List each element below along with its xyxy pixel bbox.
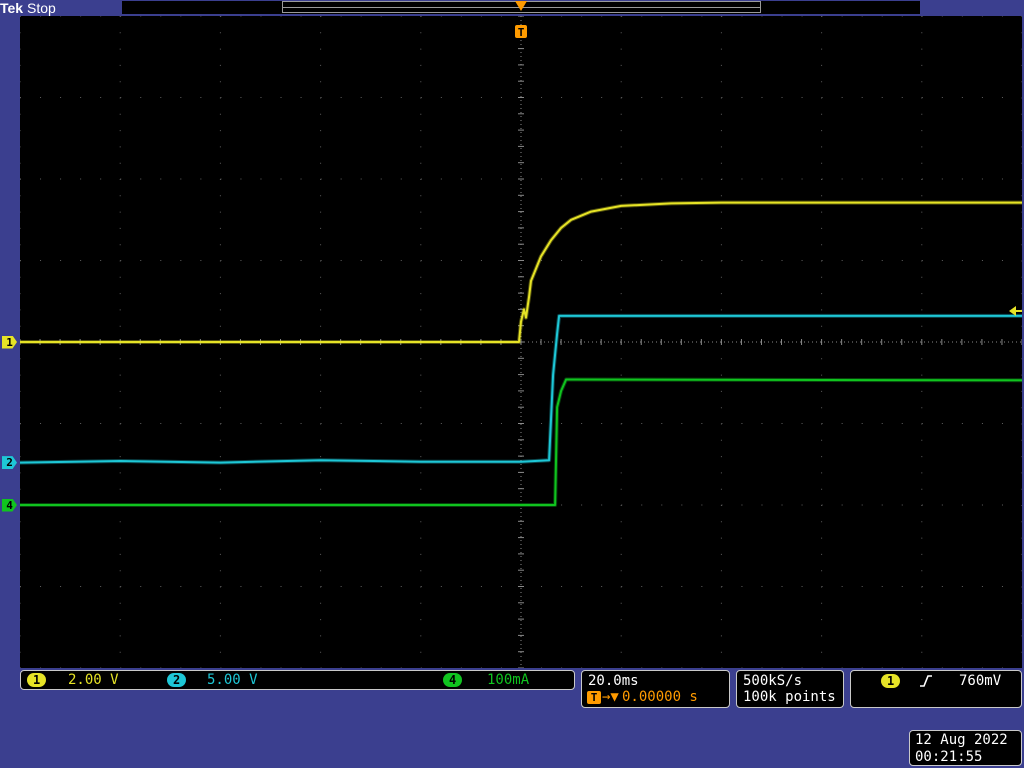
waveforms xyxy=(20,200,1022,507)
timebase-readout[interactable]: 20.0ms T →▼ 0.00000 s xyxy=(581,670,730,708)
acquisition-readout[interactable]: 500kS/s 100k points xyxy=(736,670,844,708)
record-length: 100k points xyxy=(743,689,836,705)
date: 12 Aug 2022 xyxy=(915,732,1008,748)
brand-logo: Tek xyxy=(0,0,24,16)
trigger-readout[interactable]: 1 760mV xyxy=(850,670,1022,708)
waveform-display xyxy=(20,16,1022,668)
acquisition-status: Stop xyxy=(26,0,56,16)
trigger-arrow-icon xyxy=(515,1,527,11)
ch1-scale[interactable]: 2.00 V xyxy=(68,671,119,689)
trigger-level: 760mV xyxy=(959,673,1002,689)
trigger-source-badge: 1 xyxy=(881,674,901,688)
ch4-scale[interactable]: 100mA xyxy=(487,671,529,689)
trigger-pos-icon: T xyxy=(587,691,601,704)
time: 00:21:55 xyxy=(915,749,983,765)
trigger-position: 0.00000 s xyxy=(622,689,698,705)
trigger-offset-arrow-icon: →▼ xyxy=(602,689,619,705)
trigger-badge-label: T xyxy=(518,26,525,39)
ch4-trace-glow xyxy=(20,377,1022,507)
trigger-position-marker[interactable]: T xyxy=(513,1,529,39)
brand-status: Tek Stop xyxy=(0,0,56,16)
ch1-badge[interactable]: 1 xyxy=(27,673,47,687)
waveform-plot xyxy=(20,16,1022,668)
ch4-trace xyxy=(20,378,1022,506)
ch1-ground-marker[interactable]: 1 xyxy=(2,335,17,349)
ch2-ground-marker[interactable]: 2 xyxy=(2,456,17,470)
trigger-level-marker[interactable] xyxy=(1009,305,1023,317)
trigger-level-arrow-icon xyxy=(1009,306,1016,317)
vertical-readout-panel[interactable]: 1 2.00 V 2 5.00 V 4 100mA xyxy=(20,670,575,690)
ch2-scale[interactable]: 5.00 V xyxy=(207,671,258,689)
ch4-ground-marker[interactable]: 4 xyxy=(2,498,17,512)
date-time-readout: 12 Aug 2022 00:21:55 xyxy=(909,730,1022,766)
ch4-badge[interactable]: 4 xyxy=(443,673,463,687)
rising-edge-icon xyxy=(920,675,932,687)
trigger-level-bar xyxy=(1016,310,1022,313)
ch2-badge[interactable]: 2 xyxy=(167,673,187,687)
